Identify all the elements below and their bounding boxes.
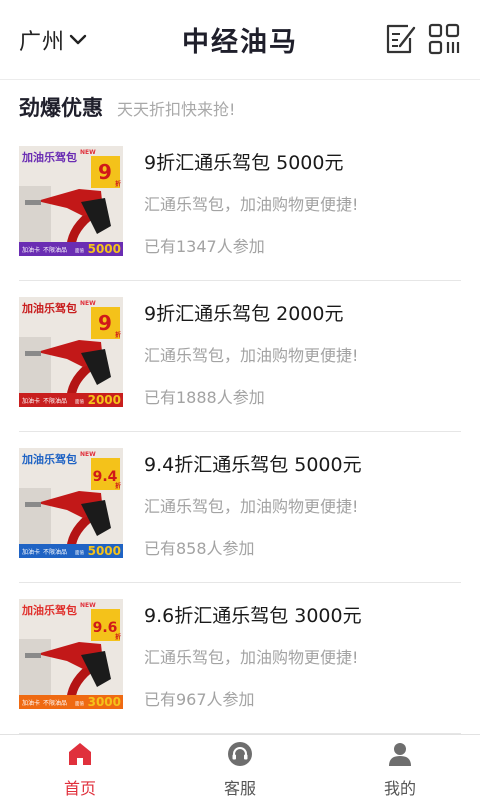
deal-description: 汇通乐驾包，加油购物更便捷! bbox=[144, 648, 359, 667]
thumb-amount: 2000 bbox=[88, 393, 121, 407]
thumb-label: 加油乐驾包 bbox=[21, 150, 77, 164]
thumb-label: 加油乐驾包 bbox=[21, 603, 77, 617]
thumbnail-art: 加油乐驾包 NEW 9.6折加油卡 不限油品 面值 3000 bbox=[19, 599, 123, 709]
thumb-label: 加油乐驾包 bbox=[21, 301, 77, 315]
section-title: 劲爆优惠 bbox=[19, 96, 103, 120]
thumb-footer-mid: 不限油品 bbox=[43, 548, 67, 556]
deal-title: 9.6折汇通乐驾包 3000元 bbox=[144, 605, 362, 627]
new-tag: NEW bbox=[80, 451, 96, 458]
thumb-footer-left: 加油卡 bbox=[22, 397, 40, 405]
thumb-footer-small: 面值 bbox=[75, 700, 84, 707]
thumb-footer-small: 面值 bbox=[75, 398, 84, 405]
user-icon bbox=[389, 743, 411, 766]
product-thumbnail: 加油乐驾包 NEW 9 折加油卡 不限油品 面值 2000 bbox=[19, 297, 123, 407]
deal-item[interactable]: 加油乐驾包 NEW 9 折加油卡 不限油品 面值 5000 9折汇通乐驾包 5000元 汇通… bbox=[19, 130, 461, 281]
product-thumbnail: 加油乐驾包 NEW 9.6 折加油卡 不限油品 面值 3000 bbox=[19, 599, 123, 709]
nozzle-tip bbox=[25, 200, 41, 205]
deal-description: 汇通乐驾包，加油购物更便捷! bbox=[144, 195, 359, 214]
discount-value: 9.6 bbox=[93, 620, 118, 636]
discount-unit: 折 bbox=[115, 482, 121, 490]
deal-title: 9折汇通乐驾包 5000元 bbox=[144, 152, 344, 174]
car-body bbox=[19, 337, 51, 393]
discount-value: 9.4 bbox=[93, 469, 118, 485]
nozzle-tip bbox=[25, 653, 41, 658]
deal-title: 9.4折汇通乐驾包 5000元 bbox=[144, 454, 362, 476]
thumb-footer-mid: 不限油品 bbox=[43, 397, 67, 405]
tab-label: 首页 bbox=[63, 779, 96, 798]
tab-profile[interactable]: 我的 bbox=[320, 735, 480, 800]
headset-icon bbox=[228, 742, 252, 766]
deal-item[interactable]: 加油乐驾包 NEW 9.4 折加油卡 不限油品 面值 5000 9.4折汇通乐驾包 5000… bbox=[19, 432, 461, 583]
car-body bbox=[19, 186, 51, 242]
thumb-footer-left: 加油卡 bbox=[22, 699, 40, 707]
deal-description: 汇通乐驾包，加油购物更便捷! bbox=[144, 497, 359, 516]
nozzle-tip bbox=[25, 502, 41, 507]
discount-value: 9 bbox=[98, 160, 112, 184]
deal-item[interactable]: 加油乐驾包 NEW 9.6 折加油卡 不限油品 面值 3000 9.6折汇通乐驾包 3000… bbox=[19, 583, 461, 734]
thumb-amount: 5000 bbox=[88, 242, 121, 256]
product-thumbnail: 加油乐驾包 NEW 9 折加油卡 不限油品 面值 5000 bbox=[19, 146, 123, 256]
edit-note-icon[interactable] bbox=[384, 22, 416, 56]
participant-count: 已有1347人参加 bbox=[144, 237, 265, 256]
deal-list: 加油乐驾包 NEW 9 折加油卡 不限油品 面值 5000 9折汇通乐驾包 5000元 汇通… bbox=[19, 130, 461, 734]
new-tag: NEW bbox=[80, 300, 96, 307]
discount-unit: 折 bbox=[115, 633, 121, 641]
car-body bbox=[19, 488, 51, 544]
thumb-footer-mid: 不限油品 bbox=[43, 699, 67, 707]
deal-title: 9折汇通乐驾包 2000元 bbox=[144, 303, 344, 325]
tab-label: 我的 bbox=[383, 779, 416, 798]
thumb-footer-small: 面值 bbox=[75, 247, 84, 254]
thumb-amount: 5000 bbox=[88, 544, 121, 558]
qr-code-icon[interactable] bbox=[428, 22, 460, 56]
section-header: 劲爆优惠 天天折扣快来抢! bbox=[19, 92, 235, 124]
car-body bbox=[19, 639, 51, 695]
section-subtitle: 天天折扣快来抢! bbox=[117, 100, 236, 119]
home-icon bbox=[69, 743, 91, 765]
participant-count: 已有858人参加 bbox=[144, 539, 255, 558]
top-bar: 广州 中经油马 bbox=[0, 0, 480, 80]
new-tag: NEW bbox=[80, 149, 96, 156]
thumb-footer-left: 加油卡 bbox=[22, 246, 40, 254]
discount-unit: 折 bbox=[115, 331, 121, 339]
participant-count: 已有967人参加 bbox=[144, 690, 255, 709]
bottom-tab-bar: 首页 客服 我的 bbox=[0, 734, 480, 800]
thumb-amount: 3000 bbox=[88, 695, 121, 709]
tab-label: 客服 bbox=[223, 779, 256, 798]
discount-value: 9 bbox=[98, 311, 112, 335]
nozzle-tip bbox=[25, 351, 41, 356]
discount-unit: 折 bbox=[115, 180, 121, 188]
thumbnail-art: 加油乐驾包 NEW9折加油卡 不限油品 面值 2000 bbox=[19, 297, 123, 407]
tab-customer-service[interactable]: 客服 bbox=[160, 735, 320, 800]
thumbnail-art: 加油乐驾包 NEW9折加油卡 不限油品 面值 5000 bbox=[19, 146, 123, 256]
thumb-footer-mid: 不限油品 bbox=[43, 246, 67, 254]
new-tag: NEW bbox=[80, 602, 96, 609]
thumb-label: 加油乐驾包 bbox=[21, 452, 77, 466]
thumbnail-art: 加油乐驾包 NEW 9.4折加油卡 不限油品 面值 5000 bbox=[19, 448, 123, 558]
tab-home[interactable]: 首页 bbox=[0, 735, 160, 800]
participant-count: 已有1888人参加 bbox=[144, 388, 265, 407]
thumb-footer-left: 加油卡 bbox=[22, 548, 40, 556]
product-thumbnail: 加油乐驾包 NEW 9.4 折加油卡 不限油品 面值 5000 bbox=[19, 448, 123, 558]
deal-description: 汇通乐驾包，加油购物更便捷! bbox=[144, 346, 359, 365]
deal-item[interactable]: 加油乐驾包 NEW 9 折加油卡 不限油品 面值 2000 9折汇通乐驾包 2000元 汇通… bbox=[19, 281, 461, 432]
thumb-footer-small: 面值 bbox=[75, 549, 84, 556]
